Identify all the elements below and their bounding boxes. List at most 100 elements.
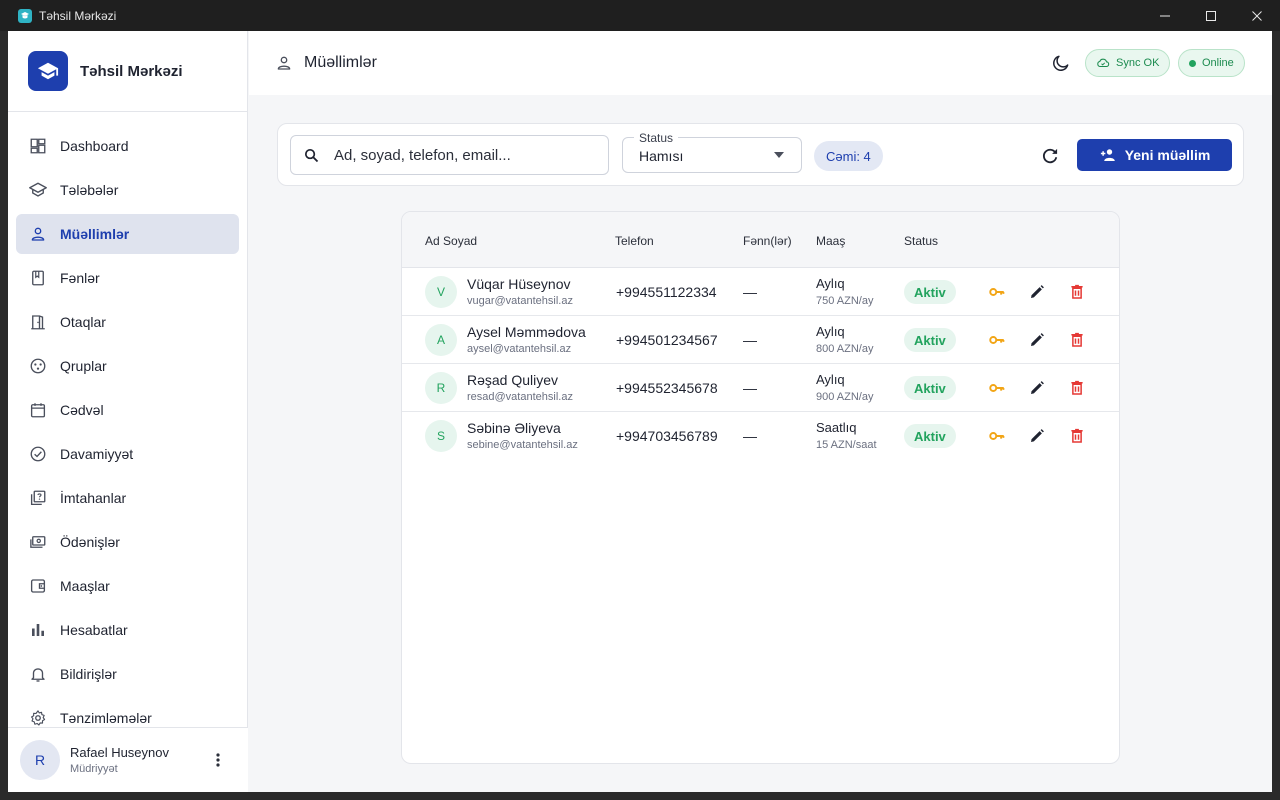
sidebar-item-label: Maaşlar: [60, 578, 110, 594]
table-row[interactable]: V Vüqar Hüseynov vugar@vatantehsil.az +9…: [402, 268, 1119, 316]
payments-icon: [29, 533, 47, 551]
groups-icon: [29, 357, 47, 375]
moon-icon: [1053, 55, 1069, 71]
close-icon: [1252, 10, 1262, 21]
person-icon: [29, 225, 47, 243]
table-row[interactable]: S Səbinə Əliyeva sebine@vatantehsil.az +…: [402, 412, 1119, 460]
refresh-button[interactable]: [1039, 145, 1061, 167]
sidebar-item-schedule[interactable]: Cədvəl: [16, 390, 239, 430]
trash-icon: [1071, 284, 1083, 299]
sidebar-item-teachers[interactable]: Müəllimlər: [16, 214, 239, 254]
key-icon: [989, 288, 1005, 296]
reset-password-button[interactable]: [987, 378, 1007, 398]
edit-button[interactable]: [1027, 426, 1047, 446]
edit-button[interactable]: [1027, 330, 1047, 350]
teacher-name: Aysel Məmmədova: [467, 324, 586, 340]
column-header-phone[interactable]: Telefon: [615, 234, 654, 248]
sidebar-item-label: Qruplar: [60, 358, 107, 374]
reset-password-button[interactable]: [987, 282, 1007, 302]
teacher-subjects: —: [743, 332, 757, 348]
salary-amount: 800 AZN/ay: [816, 343, 874, 355]
delete-button[interactable]: [1067, 378, 1087, 398]
bar-chart-icon: [29, 621, 47, 639]
online-status-badge: Online: [1178, 49, 1245, 77]
minimize-button[interactable]: [1142, 0, 1188, 31]
salary-type: Saatlıq: [816, 420, 857, 435]
sidebar-item-label: Cədvəl: [60, 402, 104, 418]
school-icon: [29, 181, 47, 199]
status-badge: Aktiv: [904, 280, 956, 304]
sidebar-item-label: Tələbələr: [60, 182, 119, 198]
edit-button[interactable]: [1027, 282, 1047, 302]
trash-icon: [1071, 380, 1083, 395]
reset-password-button[interactable]: [987, 330, 1007, 350]
filter-toolbar: Status Hamısı Cəmi: 4 Yeni müəllim: [277, 123, 1244, 186]
sidebar-item-payments[interactable]: Ödənişlər: [16, 522, 239, 562]
teacher-email: vugar@vatantehsil.az: [467, 295, 573, 307]
avatar[interactable]: R: [20, 740, 60, 780]
teacher-phone: +994552345678: [616, 380, 718, 396]
graduation-cap-icon: [28, 51, 68, 91]
book-icon: [29, 269, 47, 287]
status-dot-icon: [1189, 59, 1196, 67]
theme-toggle-button[interactable]: [1051, 53, 1071, 73]
status-filter-value: Hamısı: [639, 148, 684, 164]
online-status-label: Online: [1202, 57, 1234, 69]
key-icon: [989, 432, 1005, 440]
salary-amount: 15 AZN/saat: [816, 439, 877, 451]
pencil-icon: [1031, 333, 1044, 346]
delete-button[interactable]: [1067, 282, 1087, 302]
edit-button[interactable]: [1027, 378, 1047, 398]
table-row[interactable]: R Rəşad Quliyev resad@vatantehsil.az +99…: [402, 364, 1119, 412]
teacher-name: Vüqar Hüseynov: [467, 276, 571, 292]
sidebar-item-label: Hesabatlar: [60, 622, 128, 638]
sidebar-item-rooms[interactable]: Otaqlar: [16, 302, 239, 342]
maximize-icon: [1206, 10, 1216, 21]
column-header-name[interactable]: Ad Soyad: [425, 234, 477, 248]
column-header-salary[interactable]: Maaş: [816, 234, 845, 248]
search-input[interactable]: [334, 146, 594, 164]
sidebar-item-exams[interactable]: İmtahanlar: [16, 478, 239, 518]
maximize-button[interactable]: [1188, 0, 1234, 31]
wallet-icon: [29, 577, 47, 595]
sidebar-item-students[interactable]: Tələbələr: [16, 170, 239, 210]
add-teacher-button[interactable]: Yeni müəllim: [1077, 139, 1232, 171]
sidebar-item-salaries[interactable]: Maaşlar: [16, 566, 239, 606]
window-border-bottom: [0, 792, 1280, 800]
reset-password-button[interactable]: [987, 426, 1007, 446]
sidebar-item-attendance[interactable]: Davamiyyət: [16, 434, 239, 474]
total-count-badge: Cəmi: 4: [814, 141, 883, 171]
sidebar-item-groups[interactable]: Qruplar: [16, 346, 239, 386]
more-vert-icon[interactable]: [210, 752, 226, 768]
sidebar-item-subjects[interactable]: Fənlər: [16, 258, 239, 298]
search-icon: [304, 148, 319, 162]
window-border-right: [1272, 31, 1280, 800]
user-name: Rafael Huseynov: [70, 745, 169, 760]
caret-down-icon: [774, 152, 784, 158]
close-button[interactable]: [1234, 0, 1280, 31]
delete-button[interactable]: [1067, 426, 1087, 446]
delete-button[interactable]: [1067, 330, 1087, 350]
teacher-subjects: —: [743, 380, 757, 396]
dashboard-icon: [29, 137, 47, 155]
sidebar-item-notifications[interactable]: Bildirişlər: [16, 654, 239, 694]
sidebar-item-reports[interactable]: Hesabatlar: [16, 610, 239, 650]
column-header-status[interactable]: Status: [904, 234, 938, 248]
sidebar-item-dashboard[interactable]: Dashboard: [16, 126, 239, 166]
sync-status-badge: Sync OK: [1085, 49, 1171, 77]
pencil-icon: [1031, 429, 1044, 442]
sidebar-item-label: Bildirişlər: [60, 666, 117, 682]
avatar: R: [425, 372, 457, 404]
sidebar: Təhsil Mərkəzi Dashboard Tələbələr Müəll…: [8, 31, 248, 792]
door-icon: [29, 313, 47, 331]
trash-icon: [1071, 428, 1083, 443]
teacher-name: Səbinə Əliyeva: [467, 420, 561, 436]
sidebar-item-label: Fənlər: [60, 270, 100, 286]
teacher-phone: +994703456789: [616, 428, 718, 444]
sidebar-item-label: Müəllimlər: [60, 226, 130, 242]
table-row[interactable]: A Aysel Məmmədova aysel@vatantehsil.az +…: [402, 316, 1119, 364]
column-header-subjects[interactable]: Fənn(lər): [743, 234, 792, 248]
title-bar: Təhsil Mərkəzi: [0, 0, 1280, 31]
avatar: S: [425, 420, 457, 452]
status-filter-select[interactable]: Status Hamısı: [622, 131, 802, 173]
